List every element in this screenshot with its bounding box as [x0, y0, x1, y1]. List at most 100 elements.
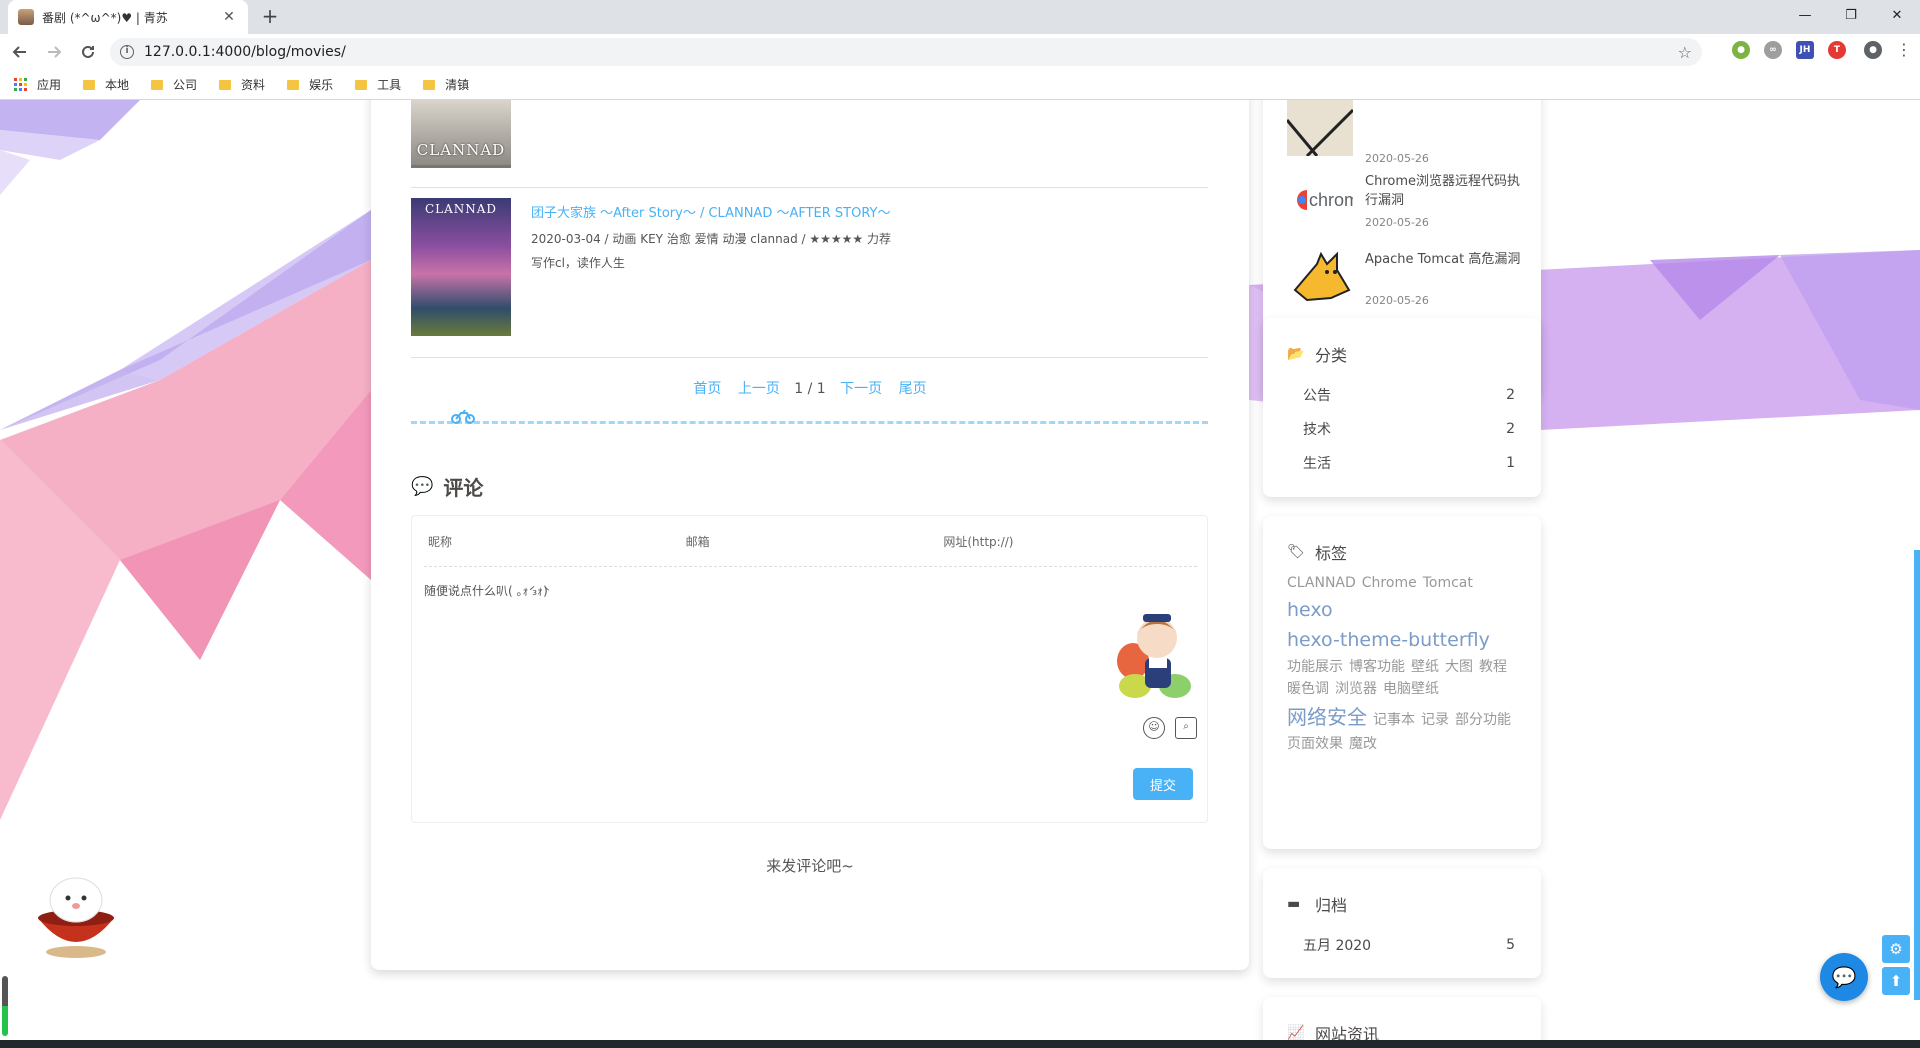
prev-page-link[interactable]: 上一页: [738, 381, 780, 397]
chrome-logo-icon: chrom: [1287, 172, 1353, 228]
tag-link[interactable]: hexo-theme-butterfly: [1287, 625, 1490, 655]
folder-icon: [219, 79, 232, 90]
recent-post-item[interactable]: 2020-05-26: [1287, 100, 1527, 165]
tag-link[interactable]: 记录: [1421, 709, 1449, 731]
url-text[interactable]: 127.0.0.1:4000/blog/movies/: [144, 44, 1678, 60]
left-progress-bar: [2, 976, 8, 1036]
tag-link[interactable]: 教程: [1479, 656, 1507, 678]
archive-icon: ▬: [1287, 896, 1301, 912]
tag-link[interactable]: hexo: [1287, 595, 1333, 625]
settings-button[interactable]: ⚙: [1882, 935, 1910, 963]
star-icon[interactable]: ☆: [1678, 43, 1692, 62]
movie-note: 写作cl，读作人生: [531, 256, 625, 270]
tag-link[interactable]: 网络安全: [1287, 701, 1367, 733]
os-taskbar: [0, 1040, 1920, 1048]
tag-link[interactable]: 页面效果: [1287, 733, 1343, 755]
back-button[interactable]: [6, 38, 34, 66]
comment-icon: 💬: [411, 476, 434, 497]
bookmark-folder[interactable]: 工具: [355, 76, 401, 93]
next-page-link[interactable]: 下一页: [840, 381, 882, 397]
apps-grid-icon: [14, 78, 27, 91]
bookmark-folder[interactable]: 资料: [219, 76, 265, 93]
tag-link[interactable]: 壁纸: [1411, 656, 1439, 678]
tab-favicon-icon: [18, 9, 34, 25]
tag-cloud: CLANNAD Chrome Tomcat hexohexo-theme-butter…: [1287, 572, 1527, 756]
maximize-button[interactable]: ❐: [1828, 0, 1874, 30]
tag-link[interactable]: 功能展示: [1287, 656, 1343, 678]
category-item[interactable]: 生活 1: [1303, 446, 1515, 480]
bookmark-apps[interactable]: 应用: [14, 76, 61, 93]
page-viewport: CLANNAD CLANNAD 团子大家族 ～After Story～ / CL…: [0, 100, 1920, 1040]
bookmark-folder[interactable]: 清镇: [423, 76, 469, 93]
archive-item[interactable]: 五月 2020 5: [1303, 928, 1515, 962]
right-toolbar: ⚙ ⬆: [1882, 935, 1910, 999]
comment-textarea[interactable]: 随便说点什么叭( ｡ｫ́ ₃ｫ̀): [424, 582, 548, 599]
recent-post-item[interactable]: chrom Chrome浏览器远程代码执行漏洞 2020-05-26: [1287, 172, 1527, 236]
tag-link[interactable]: 电脑壁纸: [1383, 678, 1439, 700]
submit-button[interactable]: 提交: [1133, 768, 1193, 800]
menu-icon[interactable]: ⋮: [1896, 40, 1912, 59]
forward-button[interactable]: [40, 38, 68, 66]
tag-link[interactable]: 部分功能: [1455, 709, 1511, 731]
profile-icon[interactable]: ●: [1864, 40, 1882, 59]
dashed-divider: [411, 421, 1208, 424]
recent-post-item[interactable]: Apache Tomcat 高危漏洞 2020-05-26: [1287, 250, 1527, 314]
category-item[interactable]: 公告 2: [1303, 378, 1515, 412]
chat-button[interactable]: 💬: [1820, 953, 1868, 1001]
active-tab[interactable]: 番剧 (*^ω^*)♥ | 青苏 ✕: [8, 0, 248, 34]
back-to-top-button[interactable]: ⬆: [1882, 967, 1910, 995]
arrow-left-icon: [12, 46, 26, 58]
address-bar[interactable]: i 127.0.0.1:4000/blog/movies/ ☆: [110, 38, 1702, 66]
minimize-button[interactable]: —: [1782, 0, 1828, 30]
bookmark-label: 工具: [377, 78, 402, 92]
tag-link[interactable]: Chrome: [1362, 572, 1417, 594]
nickname-field[interactable]: 昵称: [424, 516, 682, 566]
extension-icon[interactable]: JH: [1796, 40, 1814, 59]
movie-title-link[interactable]: 团子大家族 ～After Story～ / CLANNAD ～AFTER STO…: [531, 202, 891, 221]
tag-link[interactable]: 记事本: [1373, 709, 1415, 731]
bookmark-label: 清镇: [445, 78, 470, 92]
bookmark-folder[interactable]: 娱乐: [287, 76, 333, 93]
first-page-link[interactable]: 首页: [693, 381, 721, 397]
website-field[interactable]: 网址(http://): [939, 516, 1197, 566]
tag-link[interactable]: 暖色调: [1287, 678, 1329, 700]
bookmark-folder[interactable]: 公司: [151, 76, 197, 93]
tag-link[interactable]: Tomcat: [1423, 572, 1473, 594]
tag-link[interactable]: 魔改: [1349, 733, 1377, 755]
motorcycle-icon: [451, 409, 475, 424]
tags-icon: 🏷: [1287, 544, 1305, 560]
reload-button[interactable]: [74, 38, 102, 66]
tomcat-logo-icon: [1287, 250, 1353, 306]
bookmark-label: 资料: [241, 78, 266, 92]
category-item[interactable]: 技术 2: [1303, 412, 1515, 446]
extension-icon[interactable]: ●: [1732, 40, 1750, 59]
email-field[interactable]: 邮箱: [682, 516, 940, 566]
scrollbar-thumb[interactable]: [1914, 550, 1920, 1000]
chat-icon: 💬: [1831, 965, 1857, 989]
emoji-icon[interactable]: ☺: [1143, 717, 1165, 739]
extension-icon[interactable]: ∞: [1764, 40, 1782, 59]
last-page-link[interactable]: 尾页: [899, 381, 927, 397]
pio-mascot[interactable]: [30, 870, 122, 960]
tab-close-icon[interactable]: ✕: [220, 9, 238, 25]
movie-poster[interactable]: CLANNAD: [411, 198, 511, 336]
divider: [411, 357, 1208, 358]
tag-link[interactable]: 博客功能: [1349, 656, 1405, 678]
new-tab-button[interactable]: +: [258, 5, 282, 29]
site-info-card: 📈 网站资讯: [1263, 997, 1541, 1040]
post-title: Apache Tomcat 高危漏洞: [1365, 252, 1521, 267]
info-icon[interactable]: i: [120, 45, 134, 59]
close-window-button[interactable]: ✕: [1874, 0, 1920, 30]
chart-icon: 📈: [1287, 1025, 1305, 1040]
window-controls: — ❐ ✕: [1782, 0, 1920, 30]
extension-icon[interactable]: T: [1828, 40, 1846, 59]
previous-movie-poster[interactable]: CLANNAD: [411, 100, 511, 168]
preview-icon[interactable]: ⌕: [1175, 717, 1197, 739]
tag-link[interactable]: CLANNAD: [1287, 572, 1356, 594]
empty-comments-text: 来发评论吧~: [766, 857, 854, 875]
bookmark-folder[interactable]: 本地: [83, 76, 129, 93]
post-date: 2020-05-26: [1365, 216, 1429, 229]
card-title: 标签: [1315, 544, 1348, 563]
tag-link[interactable]: 大图: [1445, 656, 1473, 678]
tag-link[interactable]: 浏览器: [1335, 678, 1377, 700]
